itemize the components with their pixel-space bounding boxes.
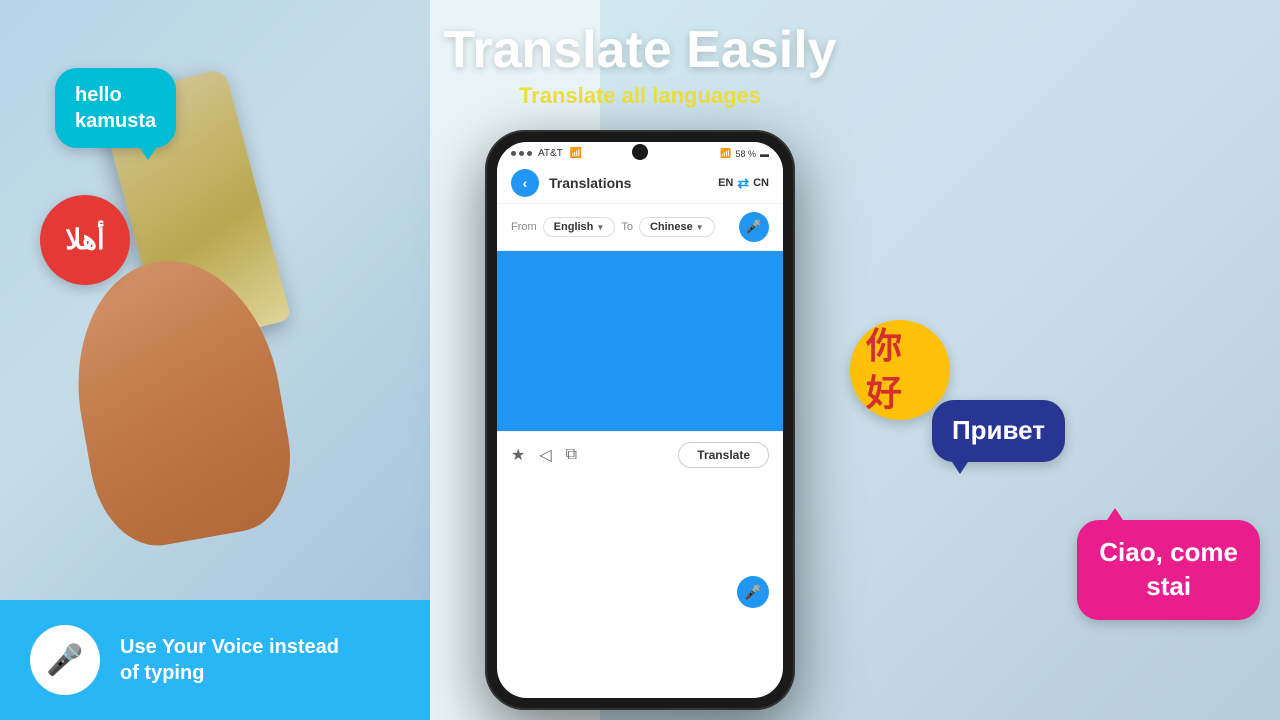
status-carrier: AT&T 📶 — [511, 148, 582, 159]
mic-circle: 🎤 — [30, 625, 100, 695]
bubble-chinese: 你好 — [850, 320, 950, 420]
share-icon[interactable]: ◁ — [539, 445, 551, 465]
from-label: From — [511, 221, 537, 233]
back-button[interactable]: ‹ — [511, 169, 539, 197]
swap-icon[interactable]: ⇄ — [737, 175, 749, 192]
translate-button[interactable]: Translate — [678, 442, 769, 468]
main-title: Translate Easily — [0, 22, 1280, 79]
bubble-russian: Привет — [932, 400, 1065, 462]
from-language-dropdown[interactable]: English ▼ — [543, 217, 616, 237]
language-flags: EN ⇄ CN — [718, 175, 769, 192]
to-language-dropdown[interactable]: Chinese ▼ — [639, 217, 715, 237]
app-title: Translations — [549, 175, 718, 191]
from-dropdown-arrow: ▼ — [596, 223, 604, 232]
phone-notch — [632, 144, 648, 160]
star-icon[interactable]: ★ — [511, 445, 525, 465]
to-label: To — [621, 221, 633, 233]
bubble-arabic: أهلا — [40, 195, 130, 285]
phone-screen: AT&T 📶 📶 58 % ▬ ‹ Translations EN ⇄ — [497, 142, 783, 698]
bubble-hello: hello kamusta — [55, 68, 176, 148]
bottom-banner: 🎤 Use Your Voice instead of typing — [0, 600, 430, 720]
phone-outer: AT&T 📶 📶 58 % ▬ ‹ Translations EN ⇄ — [485, 130, 795, 710]
to-dropdown-arrow: ▼ — [696, 223, 704, 232]
status-battery: 📶 58 % ▬ — [720, 148, 769, 159]
bubble-italian: Ciao, come stai — [1077, 520, 1260, 620]
lang-to-code: CN — [753, 177, 769, 189]
mic-icon-bottom: 🎤 — [744, 584, 761, 601]
translation-result-area: 🎤 — [497, 478, 783, 618]
phone-mockup: AT&T 📶 📶 58 % ▬ ‹ Translations EN ⇄ — [485, 130, 795, 710]
lang-from-code: EN — [718, 177, 733, 189]
mic-icon-small: 🎤 — [746, 219, 762, 235]
mic-button-bottom[interactable]: 🎤 — [737, 576, 769, 608]
translation-input-area[interactable] — [497, 251, 783, 431]
language-selector-row: From English ▼ To Chinese ▼ 🎤 — [497, 204, 783, 251]
translation-actions: ★ ◁ ⧉ Translate — [497, 431, 783, 478]
mic-button-small[interactable]: 🎤 — [739, 212, 769, 242]
subtitle: Translate all languages — [0, 83, 1280, 109]
header: Translate Easily Translate all languages — [0, 0, 1280, 119]
banner-text: Use Your Voice instead of typing — [120, 634, 339, 686]
mic-icon-large: 🎤 — [46, 643, 83, 678]
app-bar: ‹ Translations EN ⇄ CN — [497, 163, 783, 204]
copy-icon[interactable]: ⧉ — [566, 446, 577, 464]
